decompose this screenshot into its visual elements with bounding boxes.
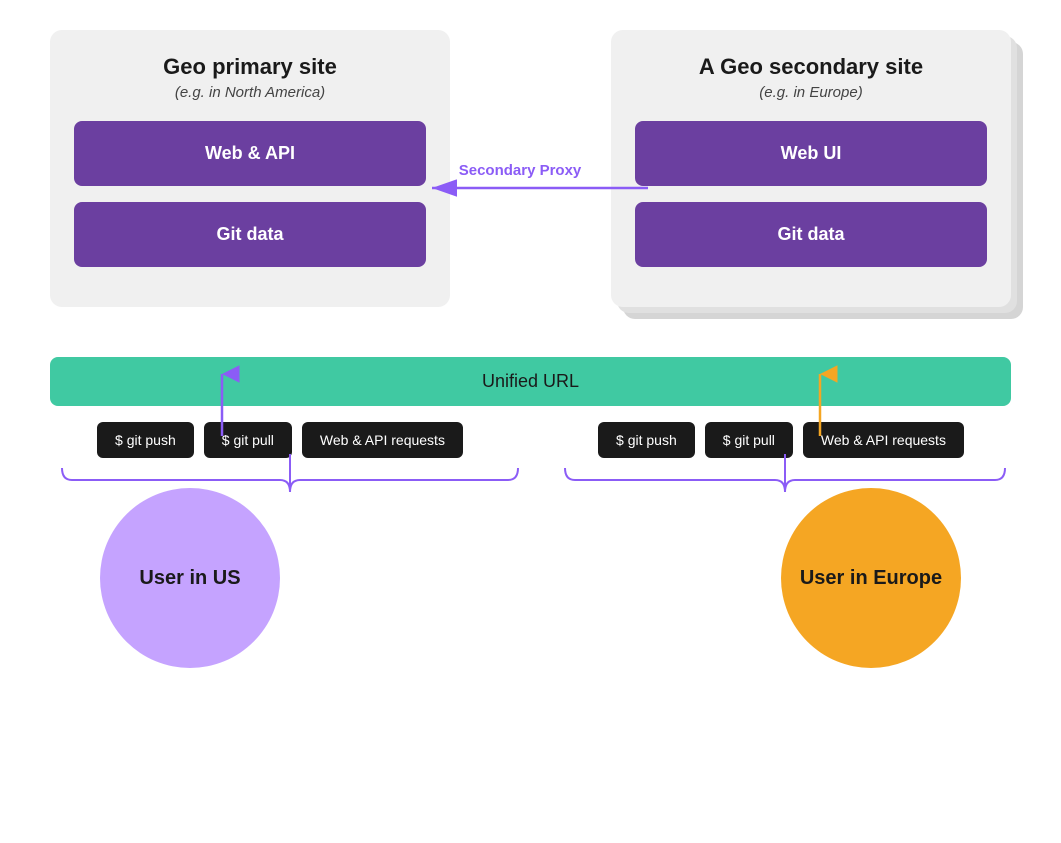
europe-commands-group: $ git push $ git pull Web & API requests	[551, 422, 1011, 458]
europe-web-api-requests: Web & API requests	[803, 422, 964, 458]
secondary-web-ui-box: Web UI	[635, 121, 987, 186]
primary-site-box: Geo primary site (e.g. in North America)…	[50, 30, 450, 307]
user-europe-label: User in Europe	[800, 567, 942, 590]
primary-web-api-box: Web & API	[74, 121, 426, 186]
us-git-push: $ git push	[97, 422, 194, 458]
primary-site-subtitle: (e.g. in North America)	[74, 84, 426, 101]
user-europe-circle: User in Europe	[781, 488, 961, 668]
diagram-container: Geo primary site (e.g. in North America)…	[0, 0, 1061, 843]
secondary-site-subtitle: (e.g. in Europe)	[635, 84, 987, 101]
primary-site-title: Geo primary site	[74, 54, 426, 80]
secondary-site-box: A Geo secondary site (e.g. in Europe) We…	[611, 30, 1011, 307]
us-git-pull: $ git pull	[204, 422, 292, 458]
europe-commands-pills: $ git push $ git pull Web & API requests	[598, 422, 964, 458]
us-commands-group: $ git push $ git pull Web & API requests	[50, 422, 510, 458]
unified-url-bar: Unified URL	[50, 357, 1011, 406]
unified-url-row: Unified URL	[50, 357, 1011, 406]
us-web-api-requests: Web & API requests	[302, 422, 463, 458]
users-row: User in US User in Europe	[20, 488, 1041, 668]
sites-row: Geo primary site (e.g. in North America)…	[20, 30, 1041, 307]
europe-git-pull: $ git pull	[705, 422, 793, 458]
commands-section: $ git push $ git pull Web & API requests…	[20, 422, 1041, 458]
user-us-label: User in US	[139, 567, 240, 590]
secondary-git-data-box: Git data	[635, 202, 987, 267]
primary-git-data-box: Git data	[74, 202, 426, 267]
europe-git-push: $ git push	[598, 422, 695, 458]
secondary-site-title: A Geo secondary site	[635, 54, 987, 80]
user-us-circle: User in US	[100, 488, 280, 668]
us-commands-pills: $ git push $ git pull Web & API requests	[97, 422, 463, 458]
